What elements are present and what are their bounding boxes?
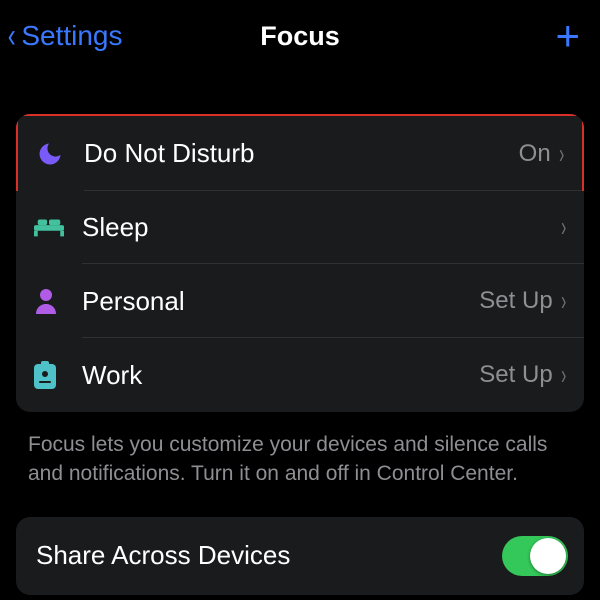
share-group: Share Across Devices xyxy=(16,517,584,595)
chevron-right-icon: › xyxy=(561,285,566,317)
focus-description: Focus lets you customize your devices an… xyxy=(0,412,600,489)
bed-icon xyxy=(34,216,74,238)
chevron-right-icon: › xyxy=(559,138,564,170)
chevron-left-icon: ‹ xyxy=(8,19,16,53)
share-toggle[interactable] xyxy=(502,536,568,576)
row-label: Do Not Disturb xyxy=(76,138,519,169)
focus-settings-screen: ‹ Settings Focus + Do Not Disturb On › S… xyxy=(0,0,600,600)
moon-icon xyxy=(36,140,76,168)
navbar: ‹ Settings Focus + xyxy=(0,0,600,72)
row-status: Set Up xyxy=(479,287,552,315)
share-label: Share Across Devices xyxy=(36,540,502,571)
back-button[interactable]: ‹ Settings xyxy=(6,19,123,53)
chevron-right-icon: › xyxy=(561,211,566,243)
person-icon xyxy=(34,288,74,314)
row-label: Work xyxy=(74,360,479,391)
chevron-right-icon: › xyxy=(561,359,566,391)
badge-icon xyxy=(34,361,74,389)
row-label: Sleep xyxy=(74,212,553,243)
row-work[interactable]: Work Set Up › xyxy=(16,338,584,412)
row-personal[interactable]: Personal Set Up › xyxy=(16,264,584,338)
row-status: On xyxy=(519,140,551,168)
back-label: Settings xyxy=(21,20,122,52)
row-label: Personal xyxy=(74,286,479,317)
add-focus-button[interactable]: + xyxy=(555,15,586,57)
toggle-knob xyxy=(530,538,566,574)
row-share-across-devices[interactable]: Share Across Devices xyxy=(16,517,584,595)
row-status: Set Up xyxy=(479,361,552,389)
row-sleep[interactable]: Sleep › xyxy=(16,190,584,264)
row-do-not-disturb[interactable]: Do Not Disturb On › xyxy=(16,114,584,191)
focus-list: Do Not Disturb On › Sleep › Personal Set… xyxy=(16,114,584,412)
